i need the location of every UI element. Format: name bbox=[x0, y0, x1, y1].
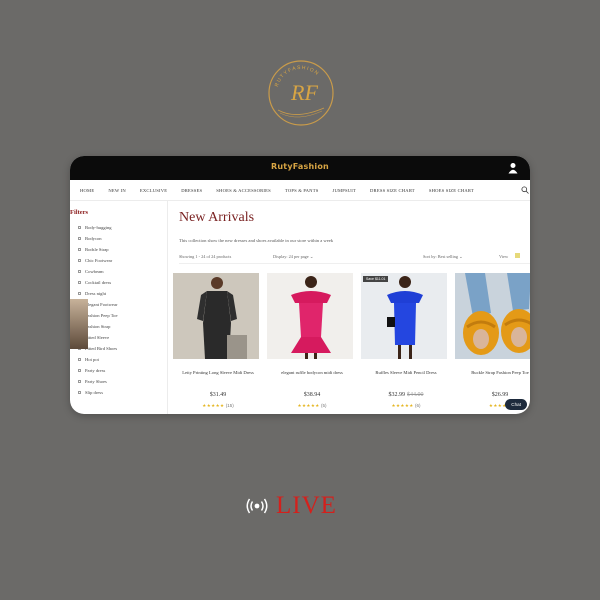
filter-option[interactable]: Chic Footwear bbox=[70, 255, 167, 266]
view-label: View bbox=[499, 254, 509, 259]
product-card[interactable]: elegant ruffle bodycon midi dress $38.94… bbox=[267, 273, 357, 409]
collection-main: New Arrivals This collection show the ne… bbox=[169, 201, 530, 414]
checkbox-icon[interactable] bbox=[78, 281, 81, 284]
filter-option[interactable]: Body-hugging bbox=[70, 222, 167, 233]
filters-sidebar: Filters Body-hugging Bodycon Bodsle Stra… bbox=[70, 201, 168, 414]
filter-option[interactable]: Bodsle Strap bbox=[70, 244, 167, 255]
yellow-sandals-icon bbox=[455, 273, 530, 359]
product-name[interactable]: Buckle Strap Fashion Peep Toe bbox=[455, 370, 530, 378]
product-card[interactable]: Letty Printing Long Sleeve Midi Dress $3… bbox=[173, 273, 263, 409]
star-rating-icon: ★★★★★ bbox=[297, 403, 320, 408]
checkbox-icon[interactable] bbox=[78, 270, 81, 273]
product-image[interactable] bbox=[267, 273, 353, 359]
star-rating-icon: ★★★★★ bbox=[391, 403, 414, 408]
checkbox-icon[interactable] bbox=[78, 380, 81, 383]
checkbox-icon[interactable] bbox=[78, 237, 81, 240]
model-black-dress-icon bbox=[173, 273, 259, 359]
checkbox-icon[interactable] bbox=[78, 226, 81, 229]
checkbox-icon[interactable] bbox=[78, 292, 81, 295]
nav-exclusive[interactable]: EXCLUSIVE bbox=[140, 188, 167, 193]
filter-option[interactable]: Slip dress bbox=[70, 387, 167, 398]
collection-toolbar: Showing 1 - 24 of 24 products Display: 2… bbox=[179, 253, 530, 264]
logo-emblem-icon: RUTYFASHION RF bbox=[268, 60, 334, 126]
filter-option[interactable]: Cowbeam bbox=[70, 266, 167, 277]
nav-shoes-accessories[interactable]: SHOES & ACCESSORIES bbox=[216, 188, 271, 193]
search-icon[interactable] bbox=[521, 186, 529, 194]
filter-option[interactable]: Hot pot bbox=[70, 354, 167, 365]
product-rating: ★★★★★ (15) bbox=[202, 403, 234, 408]
checkbox-icon[interactable] bbox=[78, 358, 81, 361]
product-rating: ★★★★★ (6) bbox=[391, 403, 421, 408]
live-indicator: LIVE bbox=[246, 492, 337, 520]
checkbox-icon[interactable] bbox=[78, 391, 81, 394]
product-card[interactable]: Buckle Strap Fashion Peep Toe $26.99 ★★★… bbox=[455, 273, 530, 409]
product-price: $32.99 $44.00 bbox=[388, 392, 424, 398]
product-image[interactable]: Save $11.01 bbox=[361, 273, 447, 359]
checkbox-icon[interactable] bbox=[78, 259, 81, 262]
broadcast-icon bbox=[246, 498, 268, 514]
filters-title: Filters bbox=[70, 209, 89, 216]
nav-shoes-size-chart[interactable]: SHOES SIZE CHART bbox=[429, 188, 474, 193]
user-account-icon[interactable] bbox=[508, 162, 518, 174]
nav-home[interactable]: HOME bbox=[80, 188, 94, 193]
filter-option[interactable]: Party Shoes bbox=[70, 376, 167, 387]
checkbox-icon[interactable] bbox=[78, 369, 81, 372]
nav-tops-pants[interactable]: TOPS & PANTS bbox=[285, 188, 319, 193]
main-nav: HOME NEW IN EXCLUSIVE DRESSES SHOES & AC… bbox=[70, 180, 530, 201]
star-rating-icon: ★★★★★ bbox=[202, 403, 225, 408]
filter-option[interactable]: Party dress bbox=[70, 365, 167, 376]
product-rating: ★★★★★ (5) bbox=[297, 403, 327, 408]
product-price: $38.94 bbox=[303, 392, 321, 398]
grid-view-icon[interactable] bbox=[515, 253, 520, 258]
checkbox-icon[interactable] bbox=[78, 248, 81, 251]
product-price: $31.49 bbox=[209, 392, 227, 398]
filter-option[interactable]: Cocktail dress bbox=[70, 277, 167, 288]
sidebar-promo-image bbox=[70, 299, 88, 349]
model-pink-ruffle-dress-icon bbox=[267, 273, 353, 359]
sale-badge: Save $11.01 bbox=[363, 276, 389, 282]
sort-select[interactable]: Sort by: Best selling ⌄ bbox=[423, 254, 463, 260]
product-name[interactable]: Ruffles Sleeve Midi Pencil Dress bbox=[361, 370, 451, 378]
product-price: $26.99 bbox=[491, 392, 509, 398]
brand-logo: RUTYFASHION RF bbox=[266, 58, 336, 128]
top-bar: RutyFashion bbox=[70, 156, 530, 180]
product-image[interactable] bbox=[455, 273, 530, 359]
product-name[interactable]: elegant ruffle bodycon midi dress bbox=[267, 370, 357, 378]
per-page-select[interactable]: Display: 24 per page ⌄ bbox=[273, 254, 313, 260]
nav-jumpsuit[interactable]: JUMPSUIT bbox=[332, 188, 356, 193]
product-name[interactable]: Letty Printing Long Sleeve Midi Dress bbox=[173, 370, 263, 378]
nav-dress-size-chart[interactable]: DRESS SIZE CHART bbox=[370, 188, 415, 193]
product-image[interactable] bbox=[173, 273, 259, 359]
live-label: LIVE bbox=[276, 492, 337, 519]
logo-monogram: RF bbox=[290, 80, 318, 105]
filter-option[interactable]: Bodycon bbox=[70, 233, 167, 244]
chat-button[interactable]: Chat bbox=[505, 399, 527, 410]
nav-new-in[interactable]: NEW IN bbox=[108, 188, 126, 193]
model-blue-dress-icon bbox=[361, 273, 447, 359]
filter-option[interactable]: Dress night bbox=[70, 288, 167, 299]
original-price: $44.00 bbox=[407, 392, 424, 398]
product-card[interactable]: Save $11.01 Ruffles Sleeve Midi Pencil D… bbox=[361, 273, 451, 409]
results-count: Showing 1 - 24 of 24 products bbox=[179, 254, 232, 259]
collection-description: This collection show the new dresses and… bbox=[179, 238, 334, 243]
website-screenshot: RutyFashion HOME NEW IN EXCLUSIVE DRESSE… bbox=[70, 156, 530, 414]
nav-dresses[interactable]: DRESSES bbox=[181, 188, 202, 193]
page-title: New Arrivals bbox=[179, 210, 255, 225]
product-grid: Letty Printing Long Sleeve Midi Dress $3… bbox=[173, 273, 530, 409]
site-brand[interactable]: RutyFashion bbox=[70, 162, 530, 171]
